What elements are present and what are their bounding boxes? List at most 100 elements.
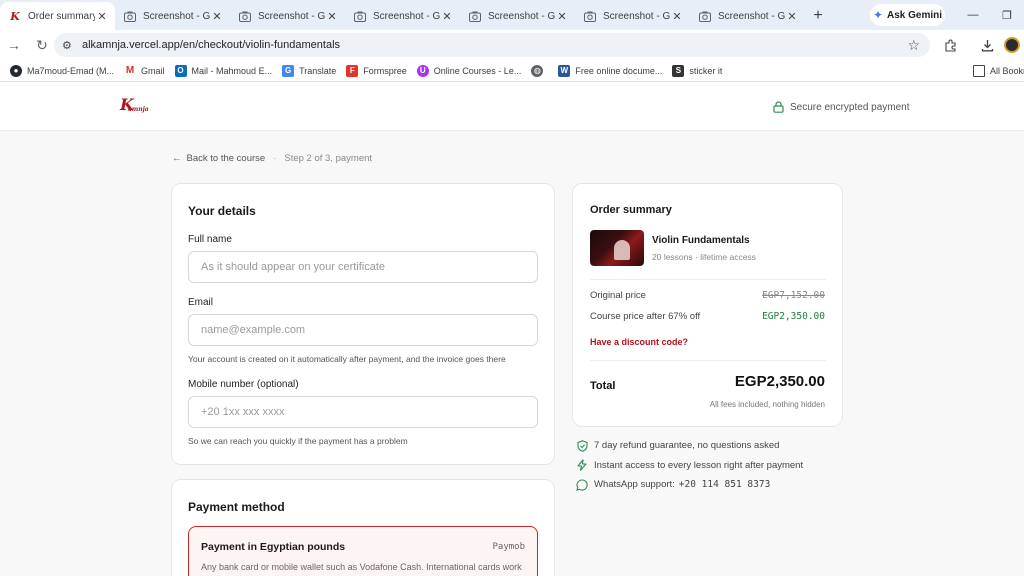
formspree-icon: F [346,64,359,77]
sticker-icon: S [672,64,685,77]
chat-bubble-icon [576,479,588,491]
breadcrumb-separator: · [273,153,277,164]
site-settings-icon[interactable]: ⚙ [62,39,76,52]
udemy-icon: U [416,64,429,77]
forward-button[interactable]: → [0,31,28,59]
tab-close-icon[interactable]: ✕ [210,9,224,23]
tab-order-summary[interactable]: K Order summary - ✕ [0,2,115,30]
checkout-step: Step 2 of 3, payment [284,153,373,164]
tab-close-icon[interactable]: ✕ [325,9,339,23]
tab-screenshot[interactable]: Screenshot - GoF ✕ [230,2,345,30]
total-label: Total [590,380,616,392]
fees-note: All fees included, nothing hidden [709,400,825,409]
tab-title: Screenshot - GoF [143,10,210,22]
extensions-icon[interactable] [937,31,963,59]
profile-avatar[interactable] [1004,37,1020,53]
bookmark-udemy[interactable]: U Online Courses - Le... [416,64,521,77]
tab-screenshot[interactable]: Screenshot - GoF ✕ [460,2,575,30]
discounted-price-value: EGP2,350.00 [762,311,825,322]
bookmark-gmail[interactable]: M Gmail [124,64,165,77]
tab-screenshot[interactable]: Screenshot - GoF ✕ [345,2,460,30]
tab-title: Order summary - [28,10,95,22]
bookmark-label: Mail - Mahmoud E... [191,65,273,76]
original-price-value: EGP7,152.00 [762,290,825,301]
translate-icon: G [282,64,295,77]
divider [590,279,826,280]
tab-title: Screenshot - GoF [718,10,785,22]
bookmark-formspree[interactable]: F Formspree [346,64,407,77]
bookmark-word[interactable]: W Free online docume... [558,64,662,77]
perk-refund: 7 day refund guarantee, no questions ask… [576,436,803,456]
bookmark-label: Ma7moud-Emad (M... [27,65,115,76]
bookmark-outlook[interactable]: O Mail - Mahmoud E... [174,64,273,77]
all-bookmarks-label: All Bookm [990,65,1024,76]
tab-screenshot[interactable]: Screenshot - GoF ✕ [575,2,690,30]
total-value: EGP2,350.00 [734,373,825,390]
whatsapp-label: WhatsApp support: [594,479,675,491]
course-meta: 20 lessons · lifetime access [652,252,756,262]
whatsapp-number[interactable]: +20 114 851 8373 [679,479,771,490]
download-icon[interactable] [974,31,1000,59]
camera-icon [698,9,712,23]
perk-whatsapp: WhatsApp support: +20 114 851 8373 [576,475,803,495]
secure-payment-label: Secure encrypted payment [790,101,910,113]
email-field[interactable]: name@example.com [188,314,538,346]
discounted-price-label: Course price after 67% off [590,311,701,322]
new-tab-button[interactable]: + [805,2,831,30]
plus-icon: + [813,7,823,24]
github-icon: ● [10,64,22,77]
minimize-icon: — [967,9,979,21]
shield-check-icon [576,439,588,452]
tab-close-icon[interactable]: ✕ [670,9,684,23]
course-thumbnail [590,230,644,266]
summary-heading: Order summary [590,204,672,216]
perk-access: Instant access to every lesson right aft… [576,456,803,476]
minimize-button[interactable]: — [956,0,990,30]
reload-button[interactable]: ↻ [28,31,56,59]
tab-close-icon[interactable]: ✕ [555,9,569,23]
address-bar[interactable]: ⚙ alkamnja.vercel.app/en/checkout/violin… [54,33,930,57]
email-hint: Your account is created on it automatica… [188,354,506,364]
alkamnja-logo[interactable]: Kamnja [118,95,149,119]
globe-icon: ◍ [531,64,544,77]
tab-close-icon[interactable]: ✕ [785,9,799,23]
tab-title: Screenshot - GoF [488,10,555,22]
order-summary-card: Order summary Violin Fundamentals 20 les… [572,183,843,427]
camera-icon [123,9,137,23]
perk-access-label: Instant access to every lesson right aft… [594,459,804,471]
all-bookmarks-button[interactable]: All Bookm [973,64,1024,77]
ask-gemini-label: Ask Gemini [887,9,943,21]
bookmark-github[interactable]: ● Ma7moud-Emad (M... [10,64,115,77]
bookmark-label: Translate [299,65,337,76]
bookmark-label: sticker it [689,65,723,76]
mobile-field[interactable]: +20 1xx xxx xxxx [188,396,538,428]
restore-button[interactable]: ❐ [990,0,1024,30]
tab-close-icon[interactable]: ✕ [95,9,109,23]
full-name-label: Full name [188,234,232,245]
tab-screenshot[interactable]: Screenshot - GoF ✕ [690,2,805,30]
bookmarks-bar: ● Ma7moud-Emad (M... M Gmail O Mail - Ma… [0,60,1024,82]
tab-screenshot[interactable]: Screenshot - GoF ✕ [115,2,230,30]
checkout-page: Kamnja Secure encrypted payment ← Back t… [0,83,1024,576]
payment-option-egp[interactable]: Payment in Egyptian pounds Paymob Any ba… [188,526,538,576]
full-name-field[interactable]: As it should appear on your certificate [188,251,538,283]
gmail-icon: M [124,64,137,77]
back-to-course-link[interactable]: ← Back to the course [172,153,265,164]
bookmark-label: Gmail [141,65,165,76]
bookmark-sticker[interactable]: S sticker it [672,64,723,77]
ask-gemini-button[interactable]: ✦ Ask Gemini [870,4,945,26]
perks-list: 7 day refund guarantee, no questions ask… [576,436,803,495]
breadcrumb: ← Back to the course · Step 2 of 3, paym… [172,153,372,164]
arrow-left-icon: ← [172,153,182,164]
site-header: Kamnja Secure encrypted payment [0,83,1024,131]
discount-code-link[interactable]: Have a discount code? [590,337,688,347]
tab-close-icon[interactable]: ✕ [440,9,454,23]
bookmark-star-icon[interactable]: ☆ [907,37,920,54]
url-text[interactable]: alkamnja.vercel.app/en/checkout/violin-f… [82,39,340,51]
reload-icon: ↻ [36,36,48,53]
perk-refund-label: 7 day refund guarantee, no questions ask… [594,440,780,452]
divider [590,360,826,361]
bookmark-globe[interactable]: ◍ [531,64,548,77]
mobile-hint: So we can reach you quickly if the payme… [188,436,408,446]
bookmark-translate[interactable]: G Translate [282,64,337,77]
